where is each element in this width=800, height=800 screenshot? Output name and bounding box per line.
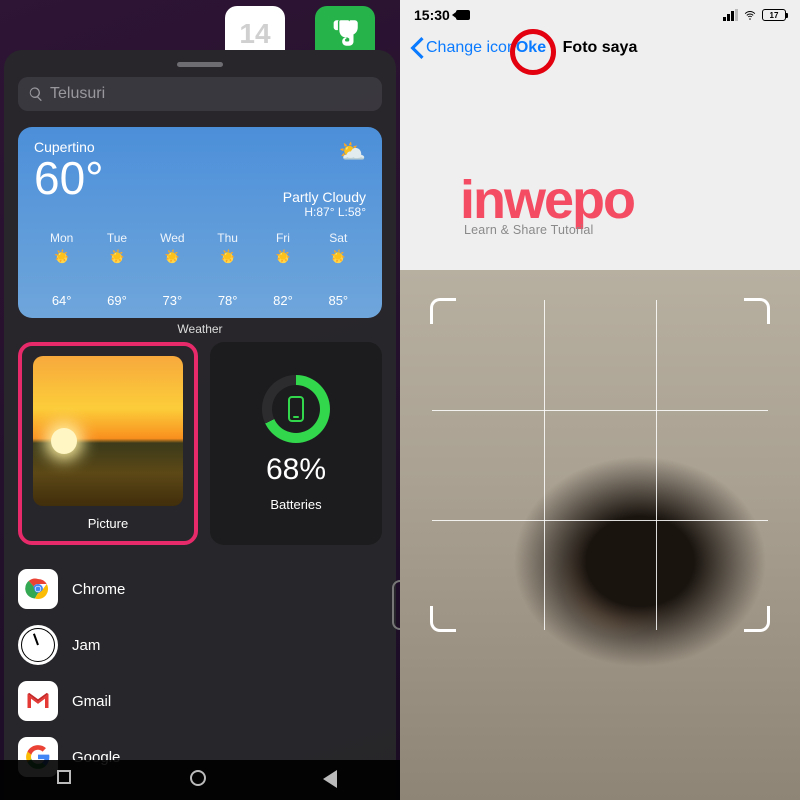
sunset-photo-thumbnail xyxy=(33,356,183,506)
sun-icon: ☀️ xyxy=(53,249,71,267)
search-icon xyxy=(28,86,44,102)
phone-icon xyxy=(288,396,304,422)
forecast-day: Wed☀️73° xyxy=(145,231,200,308)
evernote-app-icon[interactable] xyxy=(315,6,375,50)
forecast-day: Tue☀️69° xyxy=(89,231,144,308)
done-button[interactable]: Oke xyxy=(516,39,546,56)
app-name: Jam xyxy=(72,637,100,654)
weather-widget-label: Weather xyxy=(18,322,382,336)
crop-handle-tr[interactable] xyxy=(744,298,770,324)
crop-handle-tl[interactable] xyxy=(430,298,456,324)
cellular-signal-icon xyxy=(723,9,738,21)
app-item-chrome[interactable]: Chrome xyxy=(18,561,382,617)
right-screenshot: 15:30 17 Change icon Foto saya Oke inwep… xyxy=(400,0,800,800)
back-button[interactable] xyxy=(323,770,343,790)
picture-widget[interactable]: Picture xyxy=(18,342,198,545)
app-item-clock[interactable]: Jam xyxy=(18,617,382,673)
sun-icon: ☀️ xyxy=(219,249,237,267)
today-view-sheet: Telusuri Cupertino 60° ⛅ Partly Cloudy H… xyxy=(4,50,396,800)
weather-widget[interactable]: Cupertino 60° ⛅ Partly Cloudy H:87° L:58… xyxy=(18,127,382,318)
nav-bar: Change icon Foto saya Oke xyxy=(400,30,800,66)
chevron-left-icon xyxy=(410,37,424,59)
crop-handle-bl[interactable] xyxy=(430,606,456,632)
wifi-icon xyxy=(742,9,758,21)
sun-icon: ☀️ xyxy=(274,249,292,267)
siri-app-suggestions: Chrome Jam Gmail Google xyxy=(18,561,382,785)
back-label: Change icon xyxy=(426,39,516,57)
battery-icon: 17 xyxy=(762,9,786,21)
battery-widget-label: Batteries xyxy=(270,497,321,512)
crop-grid xyxy=(432,300,768,630)
weather-condition: Partly Cloudy xyxy=(283,189,366,205)
forecast-day: Thu☀️78° xyxy=(200,231,255,308)
clock-icon xyxy=(18,625,58,665)
battery-widget[interactable]: 68% Batteries xyxy=(210,342,382,545)
forecast-day: Mon☀️64° xyxy=(34,231,89,308)
sun-icon: ☀️ xyxy=(329,249,347,267)
forecast-day: Fri☀️82° xyxy=(255,231,310,308)
android-nav-bar xyxy=(0,760,400,800)
left-screenshot: 14 Telusuri Cupertino 60° ⛅ P xyxy=(0,0,400,800)
home-screen-apps: 14 xyxy=(0,0,400,50)
forecast-day: Sat☀️85° xyxy=(311,231,366,308)
home-button[interactable] xyxy=(190,770,210,790)
app-name: Gmail xyxy=(72,693,111,710)
search-field[interactable]: Telusuri xyxy=(18,77,382,111)
status-time: 15:30 xyxy=(414,7,450,23)
cloud-sun-icon: ⛅ xyxy=(283,139,366,165)
camera-icon xyxy=(456,10,470,20)
gmail-icon xyxy=(18,681,58,721)
brand-logo-text: inwepo xyxy=(460,176,800,225)
sun-icon: ☀️ xyxy=(163,249,181,267)
picture-widget-label: Picture xyxy=(88,516,128,531)
battery-percent: 68% xyxy=(266,453,326,487)
calendar-day: 14 xyxy=(239,18,270,50)
crop-frame[interactable] xyxy=(432,300,768,630)
chrome-icon xyxy=(18,569,58,609)
app-item-gmail[interactable]: Gmail xyxy=(18,673,382,729)
sheet-grabber[interactable] xyxy=(177,62,223,67)
back-link[interactable]: Change icon xyxy=(410,37,516,59)
recent-apps-button[interactable] xyxy=(57,770,77,790)
photo-crop-area[interactable] xyxy=(400,270,800,800)
app-name: Chrome xyxy=(72,581,125,598)
weather-temp: 60° xyxy=(34,155,104,201)
weather-forecast-row: Mon☀️64° Tue☀️69° Wed☀️73° Thu☀️78° Fri☀… xyxy=(34,231,366,308)
battery-ring xyxy=(262,375,330,443)
crop-handle-br[interactable] xyxy=(744,606,770,632)
search-placeholder: Telusuri xyxy=(50,85,105,103)
status-bar: 15:30 17 xyxy=(400,0,800,30)
weather-hilo: H:87° L:58° xyxy=(283,205,366,219)
calendar-app-icon[interactable]: 14 xyxy=(225,6,285,50)
page-indicator-edge[interactable] xyxy=(392,580,400,630)
watermark: inwepo Learn & Share Tutorial xyxy=(460,176,800,237)
sun-icon: ☀️ xyxy=(108,249,126,267)
